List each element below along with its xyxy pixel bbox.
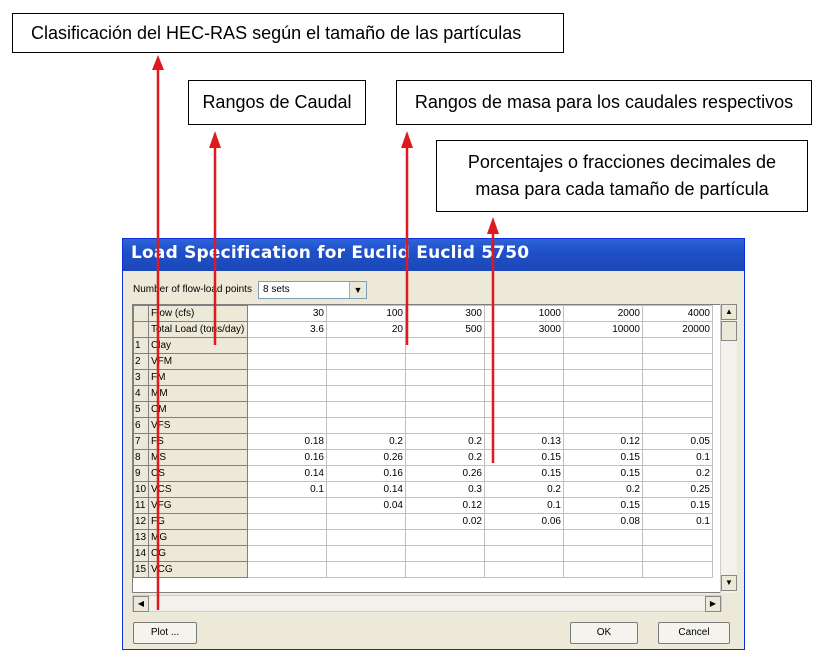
arrow-head-icon (401, 131, 413, 148)
arrows-layer (152, 55, 499, 610)
arrow-head-icon (152, 55, 164, 70)
arrow-head-icon (209, 131, 221, 148)
arrow-head-icon (487, 217, 499, 234)
